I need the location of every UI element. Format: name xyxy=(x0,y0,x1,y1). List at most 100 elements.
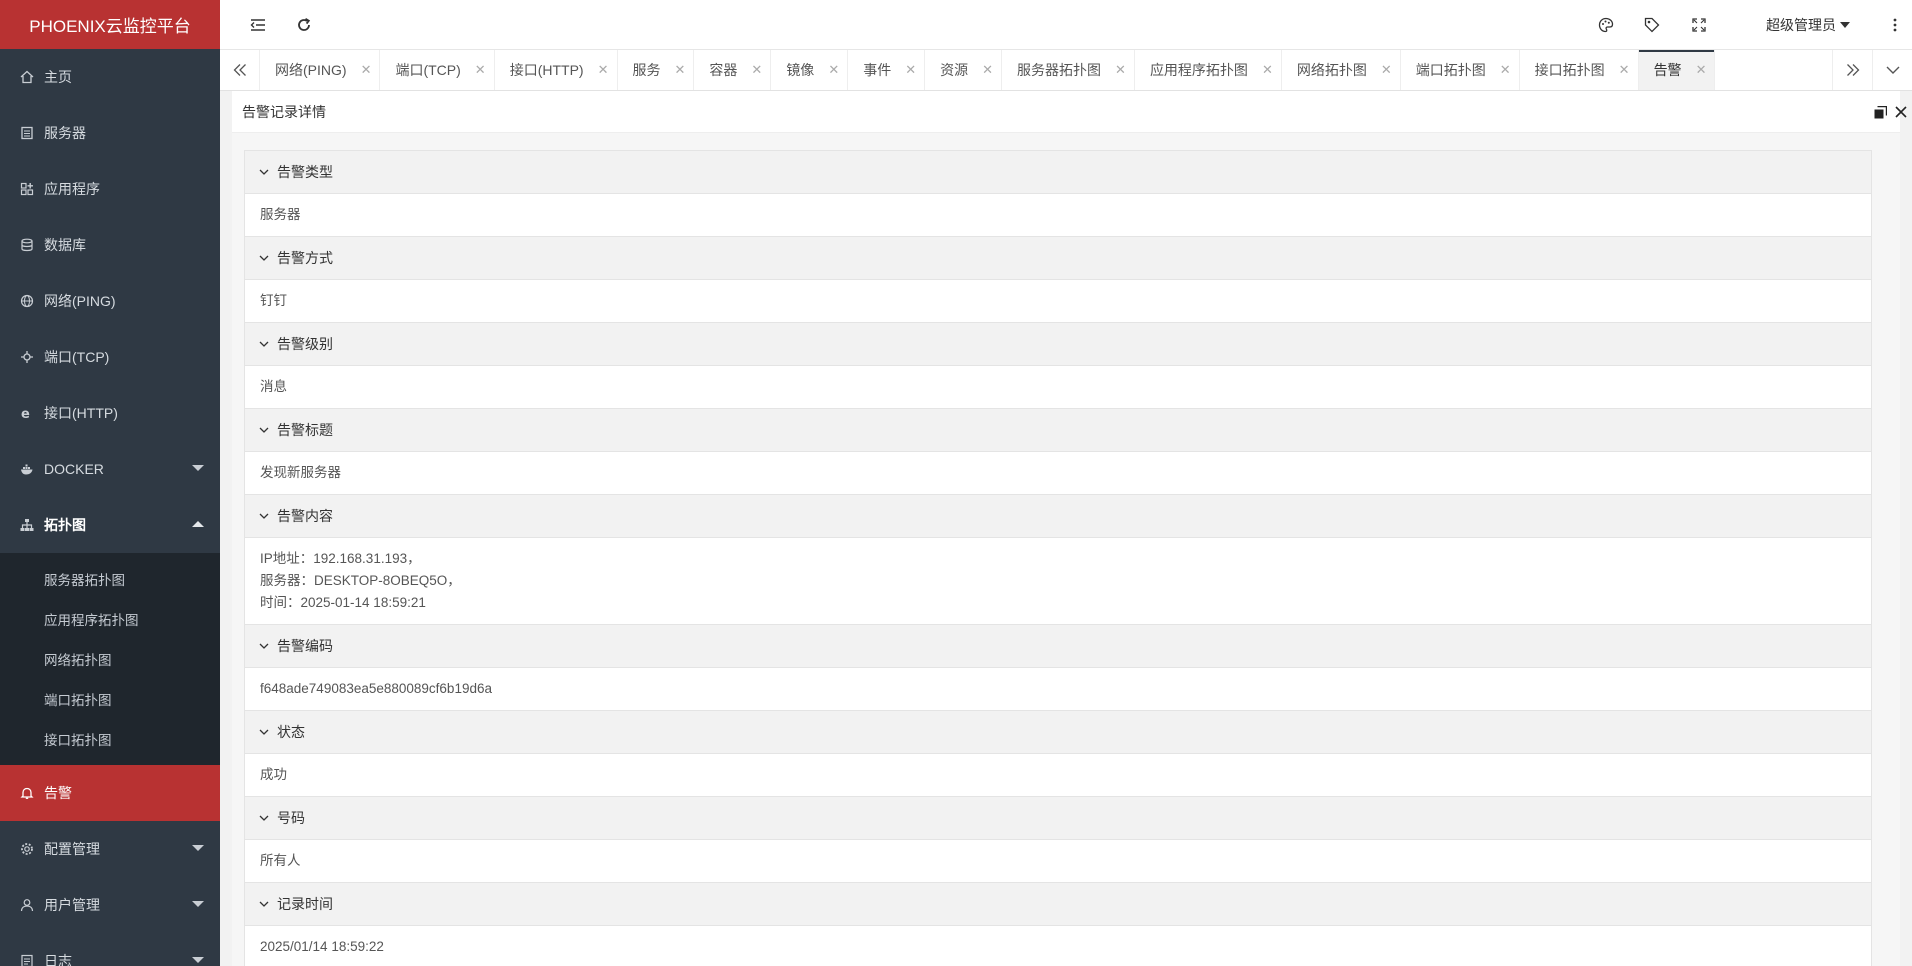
close-icon[interactable]: ✕ xyxy=(1115,62,1126,78)
sidebar-item-docker[interactable]: DOCKER xyxy=(0,441,220,497)
tab-service[interactable]: 服务 ✕ xyxy=(618,50,695,90)
tab-event[interactable]: 事件 ✕ xyxy=(848,50,926,90)
sidebar-item-topology[interactable]: 拓扑图 xyxy=(0,497,220,553)
section-header-alert-code[interactable]: 告警编码 xyxy=(245,625,1871,668)
close-icon[interactable]: ✕ xyxy=(361,62,372,78)
more-button[interactable] xyxy=(1884,14,1906,36)
sidebar-item-label: 日志 xyxy=(44,953,72,966)
close-icon[interactable]: ✕ xyxy=(675,62,686,78)
section-title: 告警方式 xyxy=(277,250,333,266)
chevron-down-icon xyxy=(259,813,269,823)
sidebar-item-label: 应用程序 xyxy=(44,181,100,197)
tab-container[interactable]: 容器 ✕ xyxy=(694,50,772,90)
sidebar-item-users[interactable]: 用户管理 xyxy=(0,877,220,933)
close-icon[interactable]: ✕ xyxy=(905,62,916,78)
close-icon[interactable]: ✕ xyxy=(1262,62,1273,78)
tab-ping[interactable]: 网络(PING) ✕ xyxy=(260,50,381,90)
close-icon[interactable]: ✕ xyxy=(828,62,839,78)
tabs-scroll-left-button[interactable] xyxy=(220,50,260,90)
tab-label: 告警 xyxy=(1653,62,1682,78)
tab-port-topology[interactable]: 端口拓扑图 ✕ xyxy=(1401,50,1520,90)
section-value-line: 时间：2025-01-14 18:59:21 xyxy=(260,595,426,610)
chevron-down-icon xyxy=(259,167,269,177)
tab-tcp[interactable]: 端口(TCP) ✕ xyxy=(380,50,495,90)
section-header-status[interactable]: 状态 xyxy=(245,711,1871,754)
refresh-button[interactable] xyxy=(293,14,315,36)
close-icon[interactable]: ✕ xyxy=(982,62,993,78)
sidebar-item-server[interactable]: 服务器 xyxy=(0,105,220,161)
section-header-alert-title[interactable]: 告警标题 xyxy=(245,409,1871,452)
chevron-down-icon xyxy=(259,339,269,349)
sidebar-subitem-port-topology[interactable]: 端口拓扑图 xyxy=(0,679,220,719)
tabs-scroll-right-button[interactable] xyxy=(1832,50,1872,90)
maximize-button[interactable] xyxy=(1872,104,1888,120)
sidebar-item-home[interactable]: 主页 xyxy=(0,49,220,105)
sidebar-item-http[interactable]: e 接口(HTTP) xyxy=(0,385,220,441)
caret-down-icon xyxy=(1840,22,1850,28)
section-header-alert-level[interactable]: 告警级别 xyxy=(245,323,1871,366)
sidebar-item-alert[interactable]: 告警 xyxy=(0,765,220,821)
sidebar-subitem-server-topology[interactable]: 服务器拓扑图 xyxy=(0,559,220,599)
main-content: 告警记录详情 告警类型 服务器 告警方式 钉钉 告警级别 消息 告警标题 发现新… xyxy=(220,91,1912,966)
sidebar-item-config[interactable]: 配置管理 xyxy=(0,821,220,877)
chevron-down-icon xyxy=(259,641,269,651)
app-logo[interactable]: PHOENIX云监控平台 xyxy=(0,0,220,49)
section-value-line: 服务器：DESKTOP-8OBEQ5O， xyxy=(260,573,461,588)
sidebar-subitem-http-topology[interactable]: 接口拓扑图 xyxy=(0,719,220,759)
indent-icon xyxy=(250,19,265,31)
tab-alert[interactable]: 告警 ✕ xyxy=(1638,50,1716,90)
close-icon[interactable]: ✕ xyxy=(598,62,609,78)
fullscreen-icon xyxy=(1692,18,1706,32)
user-menu[interactable]: 超级管理员 xyxy=(1766,15,1850,35)
section-value: 消息 xyxy=(260,379,287,394)
tabs-menu-button[interactable] xyxy=(1872,50,1912,90)
section-value: 成功 xyxy=(260,767,287,782)
tabs-list: 网络(PING) ✕ 端口(TCP) ✕ 接口(HTTP) ✕ 服务 ✕ 容器 ✕ 镜像 ✕… xyxy=(260,50,1716,90)
sidebar-item-label: 告警 xyxy=(44,785,72,801)
theme-button[interactable] xyxy=(1595,14,1617,36)
chevron-down-icon xyxy=(192,901,204,907)
close-icon[interactable]: ✕ xyxy=(475,62,486,78)
sidebar-item-label: 数据库 xyxy=(44,237,86,253)
sidebar-item-tcp[interactable]: 端口(TCP) xyxy=(0,329,220,385)
section-header-alert-method[interactable]: 告警方式 xyxy=(245,237,1871,280)
close-icon[interactable]: ✕ xyxy=(1500,62,1511,78)
home-icon xyxy=(20,70,34,84)
tab-server-topology[interactable]: 服务器拓扑图 ✕ xyxy=(1002,50,1135,90)
sidebar-item-database[interactable]: 数据库 xyxy=(0,217,220,273)
topology-submenu: 服务器拓扑图 应用程序拓扑图 网络拓扑图 端口拓扑图 接口拓扑图 xyxy=(0,553,220,765)
double-chevron-right-icon xyxy=(1846,64,1859,76)
sidebar-item-apps[interactable]: 应用程序 xyxy=(0,161,220,217)
tab-network-topology[interactable]: 网络拓扑图 ✕ xyxy=(1282,50,1401,90)
sidebar-item-ping[interactable]: 网络(PING) xyxy=(0,273,220,329)
tab-http-topology[interactable]: 接口拓扑图 ✕ xyxy=(1520,50,1639,90)
tab-app-topology[interactable]: 应用程序拓扑图 ✕ xyxy=(1135,50,1282,90)
menu-toggle-button[interactable] xyxy=(247,14,269,36)
section-body-alert-type: 服务器 xyxy=(245,194,1871,237)
restore-icon xyxy=(1874,105,1887,118)
sidebar-item-logs[interactable]: 日志 xyxy=(0,933,220,966)
tab-image[interactable]: 镜像 ✕ xyxy=(771,50,849,90)
tab-resource[interactable]: 资源 ✕ xyxy=(925,50,1003,90)
section-header-number[interactable]: 号码 xyxy=(245,797,1871,840)
close-icon[interactable]: ✕ xyxy=(1619,62,1630,78)
close-icon[interactable]: ✕ xyxy=(751,62,762,78)
section-value: 2025/01/14 18:59:22 xyxy=(260,939,384,954)
chevron-down-icon xyxy=(192,957,204,963)
close-icon[interactable]: ✕ xyxy=(1696,62,1707,78)
sidebar-subitem-network-topology[interactable]: 网络拓扑图 xyxy=(0,639,220,679)
fullscreen-button[interactable] xyxy=(1688,14,1710,36)
section-header-alert-type[interactable]: 告警类型 xyxy=(245,151,1871,194)
section-header-alert-content[interactable]: 告警内容 xyxy=(245,495,1871,538)
detail-collapse: 告警类型 服务器 告警方式 钉钉 告警级别 消息 告警标题 发现新服务器 告警内… xyxy=(244,150,1872,966)
close-panel-button[interactable] xyxy=(1893,104,1909,120)
top-header: 超级管理员 xyxy=(220,0,1912,50)
chevron-down-icon xyxy=(259,425,269,435)
close-icon[interactable]: ✕ xyxy=(1381,62,1392,78)
tab-label: 服务 xyxy=(632,62,661,78)
section-header-record-time[interactable]: 记录时间 xyxy=(245,883,1871,926)
tag-button[interactable] xyxy=(1641,14,1663,36)
sidebar-subitem-app-topology[interactable]: 应用程序拓扑图 xyxy=(0,599,220,639)
tab-http[interactable]: 接口(HTTP) ✕ xyxy=(495,50,618,90)
section-value-line: IP地址：192.168.31.193， xyxy=(260,551,421,566)
